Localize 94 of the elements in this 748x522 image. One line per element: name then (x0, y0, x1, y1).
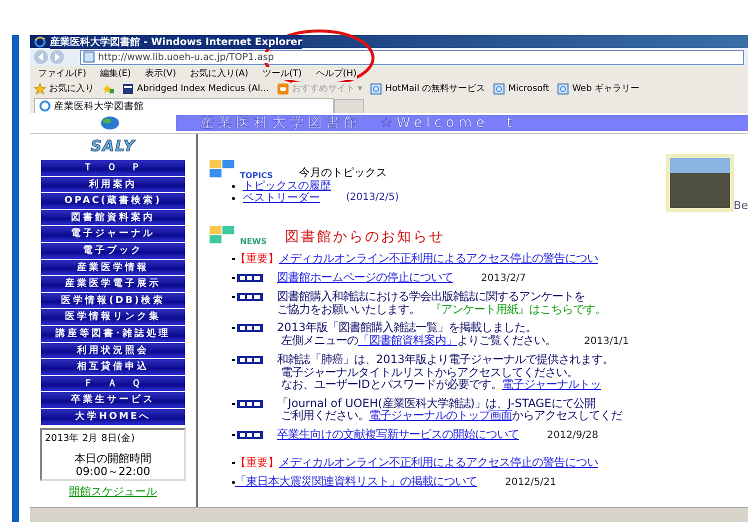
menu-item[interactable]: ファイル(F) (38, 67, 86, 80)
news-text: よりご覧ください。 (457, 334, 556, 346)
news-link[interactable]: メディカルオンライン不正利用によるアクセス停止の警告につい (279, 253, 598, 264)
nav-button[interactable]: 産業医学情報 (41, 260, 185, 276)
topic-date: (2013/2/5) (346, 192, 399, 204)
favorites-link[interactable]: お気に入り (49, 82, 94, 95)
star-icon (34, 82, 46, 94)
window-title: 産業医科大学図書館 - Windows Internet Explorer (50, 35, 302, 48)
news-link[interactable]: 「東日本大震災関連資料リスト」の掲載について (235, 476, 477, 487)
topic-link[interactable]: トピックスの履歴 (243, 180, 331, 192)
news-text: からアクセスしてくだ (512, 410, 622, 422)
nav-button[interactable]: 医学情報リンク集 (41, 309, 185, 325)
page-icon (370, 82, 382, 94)
page-icon (557, 82, 570, 94)
nav-button[interactable]: 利用状況照会 (41, 342, 185, 358)
new-badge-icon (237, 430, 263, 438)
forward-button[interactable] (50, 50, 64, 64)
new-badge-icon (237, 293, 263, 301)
book-icon (122, 82, 134, 94)
hours-text: 09:00～22:00 (74, 466, 152, 476)
page-icon (83, 51, 95, 63)
back-button[interactable] (34, 50, 48, 64)
nav-button[interactable]: Ｔ Ｏ Ｐ (41, 160, 185, 176)
browser-logo-icon (34, 36, 46, 48)
nav-button[interactable]: 図書館資料案内 (41, 210, 185, 226)
favorites-link[interactable]: HotMail の無料サービス (385, 82, 486, 95)
news-title: 図書館からのお知らせ (284, 228, 445, 246)
news-date: 2013/2/7 (481, 272, 526, 284)
suggested-sites-icon (276, 82, 289, 94)
survey-text: 『アンケート用紙』はこちらです。 (430, 304, 606, 315)
menu-item[interactable]: 表示(V) (144, 67, 176, 80)
nav-button[interactable]: 電子ジャーナル (41, 226, 185, 242)
news-date: 2013/1/1 (584, 336, 629, 347)
schedule-link[interactable]: 開館スケジュール (69, 484, 157, 498)
new-badge-icon (237, 274, 263, 282)
nav-button[interactable]: 大学HOMEへ (41, 408, 185, 424)
news-text: 2013年版「図書館購入雑誌一覧」を掲載しました。 (277, 322, 537, 334)
bullet-icon (232, 184, 235, 188)
news-link[interactable]: 図書館ホームページの停止について (277, 272, 453, 283)
nav-button[interactable]: 電子ブック (41, 242, 185, 259)
important-tag: 【重要】 (235, 253, 279, 264)
news-text: ご協力をお願いいたします。 (277, 304, 420, 315)
news-date: 2012/9/28 (547, 430, 598, 441)
news-link[interactable]: 電子ジャーナルのトップ画面 (369, 410, 512, 422)
news-label: NEWS (240, 237, 267, 246)
menu-item[interactable]: 編集(E) (100, 67, 131, 80)
date-text: 2013年 2月 8日(金) (45, 432, 136, 444)
news-text: 和雑誌「肺癌」は、2013年版より電子ジャーナルで提供されます。 (277, 354, 614, 366)
topics-label: TOPICS (240, 171, 273, 180)
nav-button[interactable]: 卒業生サービス (41, 392, 185, 408)
page-icon (493, 82, 506, 94)
news-link[interactable]: 「図書館資料案内」 (358, 334, 457, 346)
new-tab-button[interactable] (334, 99, 364, 113)
news-text: ご利用ください。 (281, 410, 369, 422)
add-favorite-icon[interactable] (102, 82, 114, 94)
menu-item[interactable]: ヘルプ(H) (316, 67, 357, 80)
hours-label: 本日の開館時間 (74, 450, 152, 466)
favorites-link[interactable]: Web ギャラリー (572, 82, 640, 95)
nav-button[interactable]: 産業医学電子展示 (41, 276, 185, 292)
nav-button[interactable]: 相互貸借申込 (41, 359, 185, 375)
menu-item[interactable]: お気に入り(A) (190, 67, 248, 80)
news-date: 2012/5/21 (505, 476, 556, 488)
important-tag: 【重要】 (235, 457, 279, 468)
nav-button[interactable]: 講座等図書･雑誌処理 (41, 326, 185, 342)
bullet-icon (232, 196, 235, 200)
new-badge-icon (237, 356, 263, 364)
photo-placeholder (666, 154, 734, 212)
menu-item[interactable]: ツール(T) (262, 67, 302, 80)
news-text: なお、ユーザーIDとパスワードが必要です。 (281, 379, 502, 390)
news-link[interactable]: メディカルオンライン不正利用によるアクセス停止の警告につい (279, 457, 598, 468)
favorites-link[interactable]: Microsoft (508, 84, 550, 94)
news-link[interactable]: 卒業生向けの文献複写新サービスの開始について (277, 428, 519, 440)
topics-title: 今月のトピックス (298, 165, 387, 180)
browser-tab[interactable]: 産業医科大学図書館 (34, 98, 334, 113)
favorites-link[interactable]: Abridged Index Medicus (AI... (137, 84, 269, 94)
news-link[interactable]: 電子ジャーナルトッ (502, 379, 602, 390)
globe-icon (100, 116, 120, 130)
news-text: 左側メニューの (281, 334, 358, 346)
news-text: 図書館購入和雑誌における学会出版雑誌に関するアンケートを (277, 291, 585, 302)
new-badge-icon (237, 400, 263, 408)
news-text: 電子ジャーナルタイトルリストからアクセスしてください。 (281, 366, 578, 378)
news-text: 「Journal of UOEH(産業医科大学雑誌)」は、J-STAGEにて公開 (277, 398, 596, 409)
browser-logo-icon (39, 100, 51, 112)
nav-button[interactable]: 医学情報(DB)検索 (41, 292, 185, 308)
topic-link[interactable]: ベストリーダー (243, 192, 320, 204)
nav-button[interactable]: OPAC(蔵書検索) (41, 193, 185, 209)
nav-button[interactable]: Ｆ Ａ Ｑ (41, 376, 185, 392)
address-field[interactable]: http://www.lib.uoeh-u.ac.jp/TOP1.asp (80, 50, 744, 64)
bullet-icon (232, 480, 235, 484)
nav-button[interactable]: 利用案内 (41, 176, 185, 192)
photo-caption: Be (734, 199, 748, 212)
new-badge-icon (237, 324, 263, 332)
welcome-banner: 産業医科大学図書館 ☆Welcome t (176, 115, 748, 131)
library-logo: SALY (90, 137, 136, 155)
